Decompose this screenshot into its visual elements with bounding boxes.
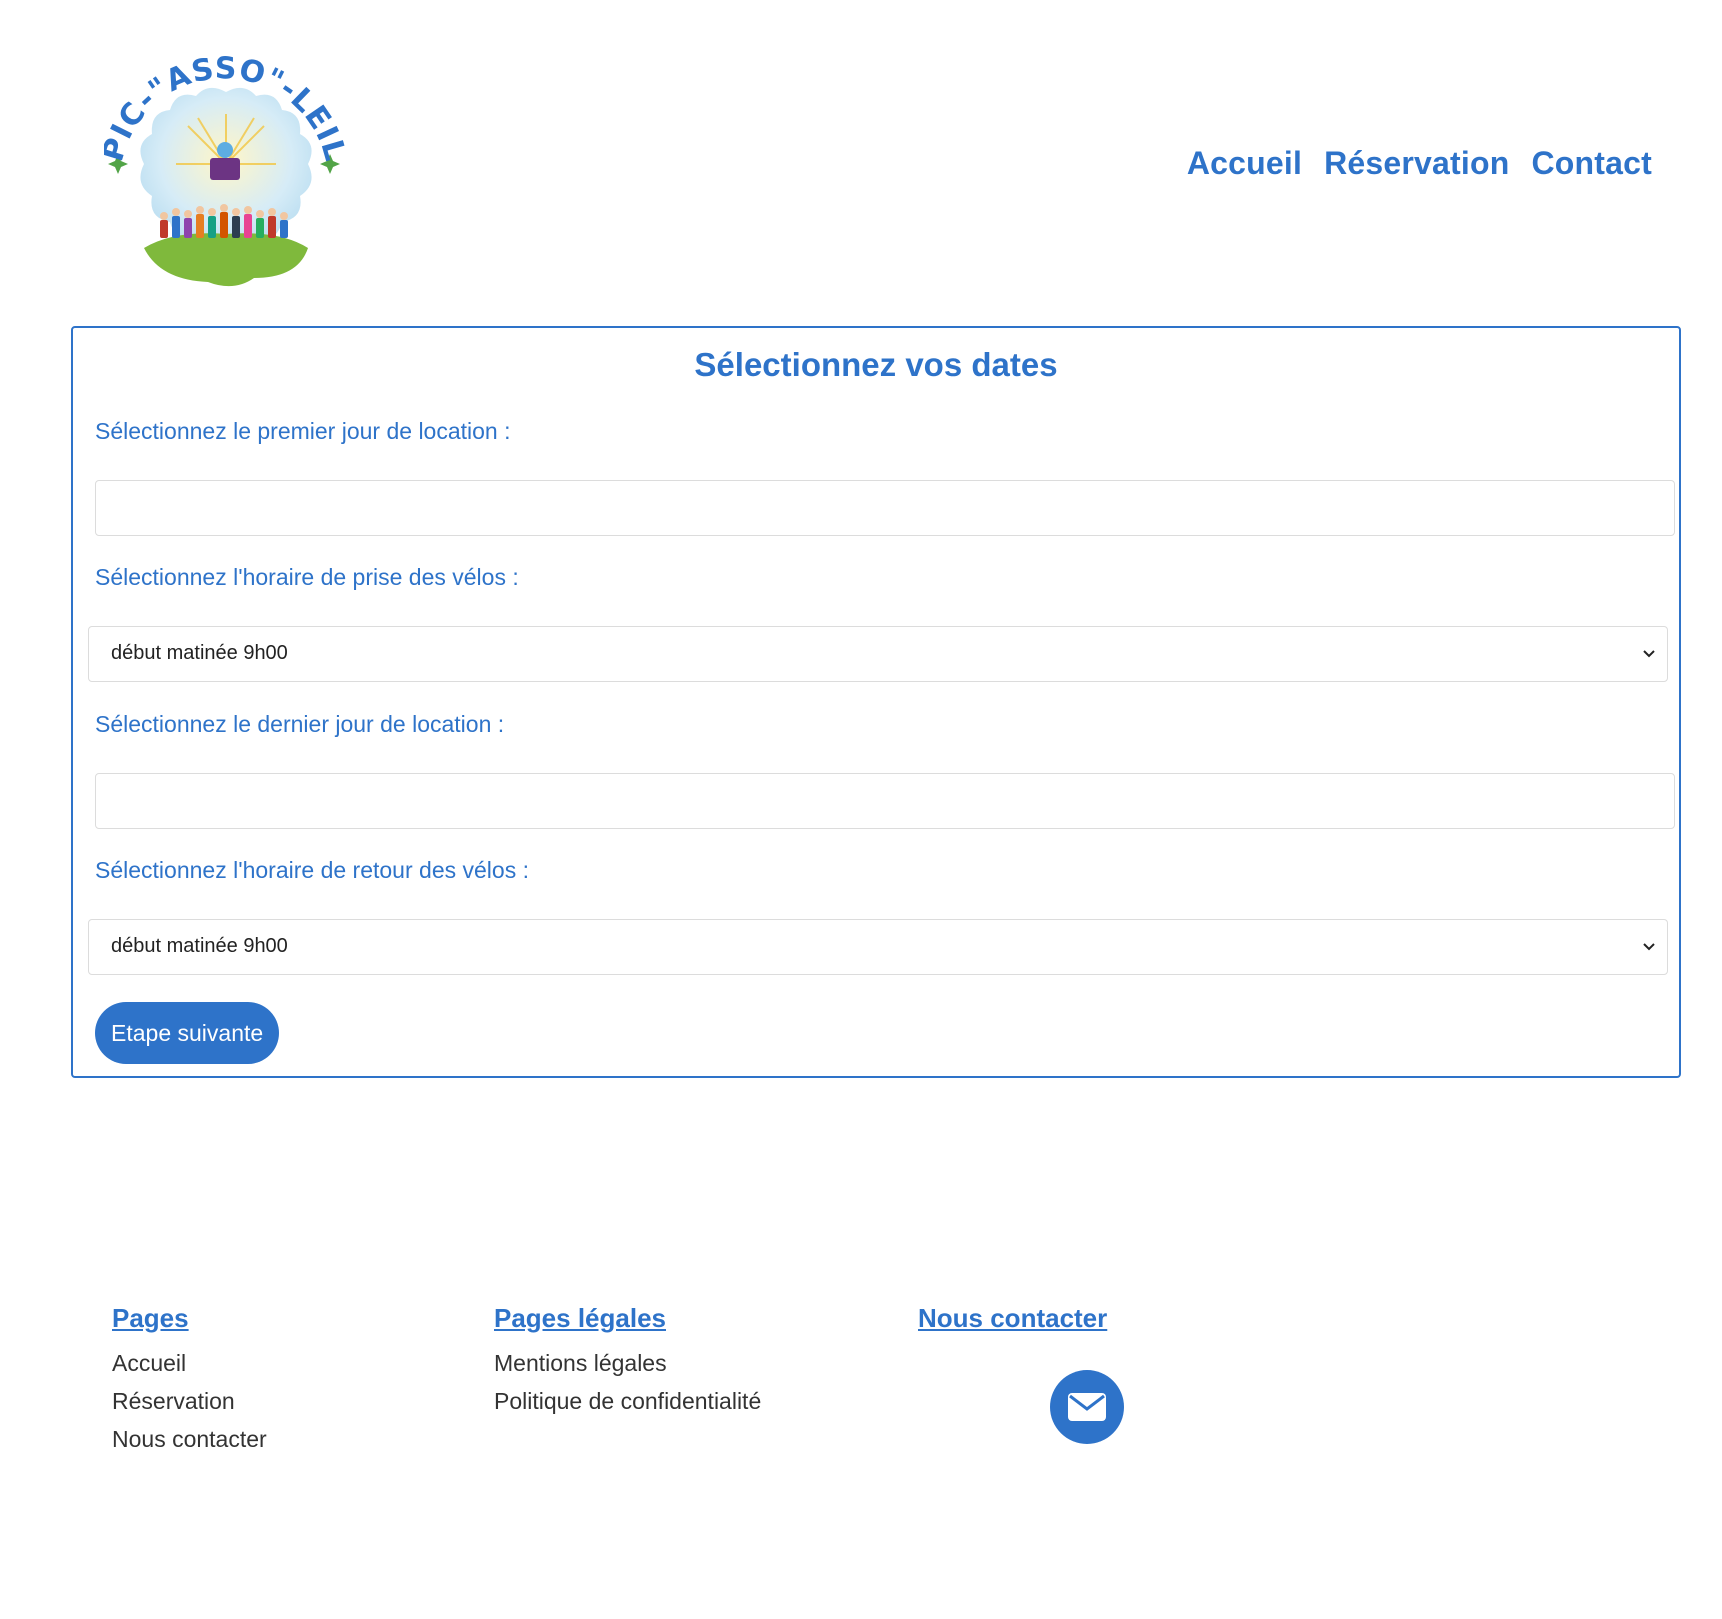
next-step-button[interactable]: Etape suivante [95, 1002, 280, 1064]
site-header: PIC-"ASSO"-LEIL Accueil Réservation Cont… [0, 0, 1722, 310]
nav-reservation[interactable]: Réservation [1324, 145, 1509, 182]
nav-contact[interactable]: Contact [1531, 145, 1652, 182]
footer-link-reservation[interactable]: Réservation [112, 1382, 267, 1420]
footer-link-accueil[interactable]: Accueil [112, 1344, 267, 1382]
footer-link-mentions[interactable]: Mentions légales [494, 1344, 761, 1382]
chevron-down-icon [1641, 938, 1657, 959]
footer-legal-column: Pages légales Mentions légales Politique… [494, 1303, 761, 1420]
return-time-label: Sélectionnez l'horaire de retour des vél… [95, 857, 529, 883]
first-day-input[interactable] [95, 480, 1675, 536]
nav-accueil[interactable]: Accueil [1187, 145, 1302, 182]
first-day-label: Sélectionnez le premier jour de location… [95, 418, 511, 444]
chevron-down-icon [1641, 645, 1657, 666]
footer-legal-heading[interactable]: Pages légales [494, 1303, 761, 1334]
footer-pages-column: Pages Accueil Réservation Nous contacter [112, 1303, 267, 1458]
last-day-label: Sélectionnez le dernier jour de location… [95, 711, 505, 737]
pickup-time-value: début matinée 9h00 [111, 642, 288, 664]
footer-pages-heading[interactable]: Pages [112, 1303, 267, 1334]
date-selection-card: Sélectionnez vos dates Sélectionnez le p… [71, 326, 1681, 1078]
footer-contact-heading[interactable]: Nous contacter [918, 1303, 1107, 1334]
footer-contact-column: Nous contacter [918, 1303, 1107, 1344]
envelope-icon [1068, 1393, 1106, 1421]
card-title: Sélectionnez vos dates [694, 346, 1058, 383]
footer-link-contact[interactable]: Nous contacter [112, 1420, 267, 1458]
pickup-time-select[interactable]: début matinée 9h00 [88, 626, 1668, 682]
logo-image: PIC-"ASSO"-LEIL [104, 52, 348, 287]
return-time-select[interactable]: début matinée 9h00 [88, 919, 1668, 975]
last-day-input[interactable] [95, 773, 1675, 829]
main-nav: Accueil Réservation Contact [1187, 145, 1652, 182]
pickup-time-label: Sélectionnez l'horaire de prise des vélo… [95, 564, 519, 590]
footer-link-privacy[interactable]: Politique de confidentialité [494, 1382, 761, 1420]
return-time-value: début matinée 9h00 [111, 935, 288, 957]
site-logo[interactable]: PIC-"ASSO"-LEIL [104, 52, 348, 292]
contact-email-button[interactable] [1050, 1370, 1124, 1444]
